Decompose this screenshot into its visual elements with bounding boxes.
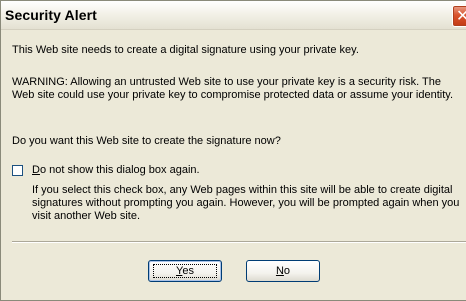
checkbox-label-text: o not show this dialog box again.: [39, 164, 200, 176]
title-bar[interactable]: Security Alert ✕: [1, 1, 466, 30]
security-alert-dialog: Security Alert ✕ This Web site needs to …: [0, 0, 466, 301]
close-icon: ✕: [456, 6, 466, 25]
warning-text: WARNING: Allowing an untrusted Web site …: [12, 76, 454, 101]
no-label-text: o: [283, 265, 291, 277]
do-not-show-checkbox-label[interactable]: Do not show this dialog box again.: [32, 164, 200, 177]
dialog-title: Security Alert: [5, 7, 97, 23]
do-not-show-checkbox[interactable]: [12, 165, 23, 176]
no-button[interactable]: No: [246, 260, 320, 282]
close-button[interactable]: ✕: [452, 5, 466, 27]
info-text: This Web site needs to create a digital …: [12, 44, 359, 56]
separator: [12, 241, 466, 243]
question-text: Do you want this Web site to create the …: [12, 135, 281, 147]
checkbox-accelerator-key: D: [32, 164, 40, 176]
yes-button[interactable]: Yes: [148, 260, 222, 282]
focus-ring: [153, 264, 217, 278]
no-accelerator-key: N: [275, 265, 284, 277]
checkbox-note-text: If you select this check box, any Web pa…: [32, 184, 460, 222]
